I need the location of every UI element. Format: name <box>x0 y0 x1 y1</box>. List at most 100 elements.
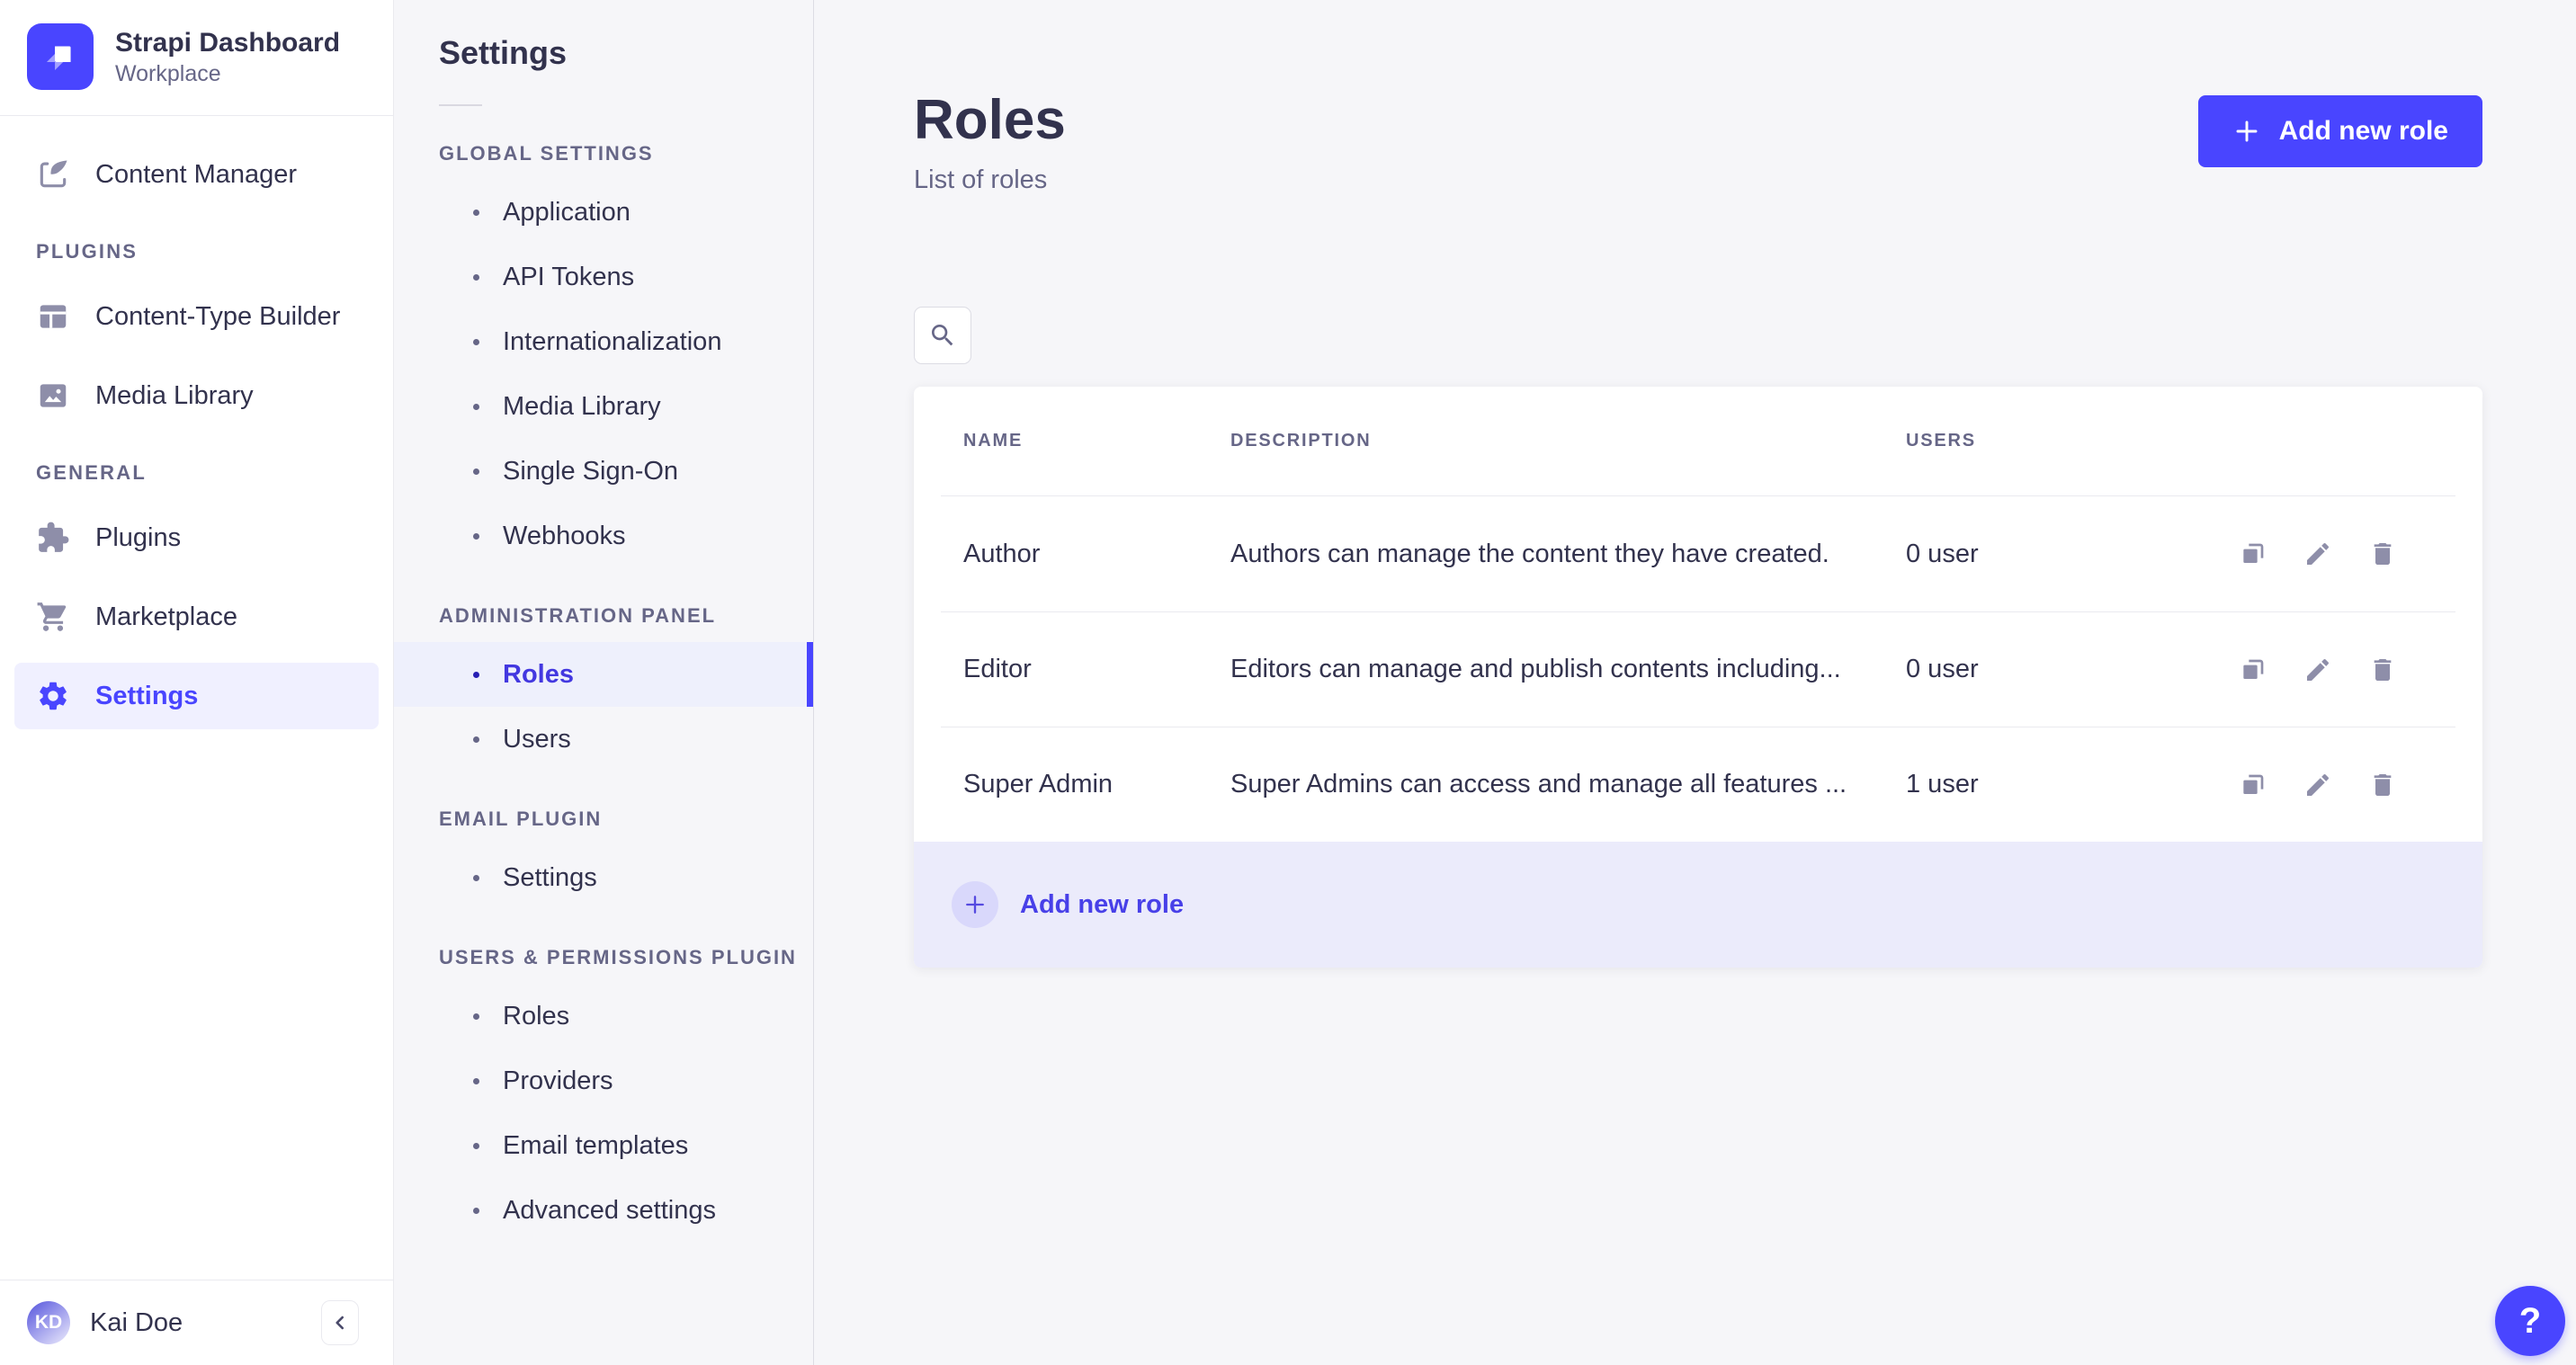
sidebar-item-plugins[interactable]: Plugins <box>14 504 379 571</box>
subnav-item-up-roles[interactable]: Roles <box>394 984 813 1048</box>
bullet-icon <box>473 209 479 216</box>
column-header-name: NAME <box>963 431 1024 451</box>
sidebar-item-label: Plugins <box>95 522 182 552</box>
sidebar-item-label: Content-Type Builder <box>95 301 341 331</box>
add-new-role-label: Add new role <box>2278 116 2448 146</box>
subnav-section-users-permissions-plugin: USERS & PERMISSIONS PLUGIN Roles Provide… <box>394 946 813 1243</box>
duplicate-icon[interactable] <box>2239 540 2267 568</box>
settings-gear-icon <box>36 679 70 713</box>
plus-circle-icon <box>952 881 998 929</box>
subnav-item-providers[interactable]: Providers <box>394 1048 813 1113</box>
row-actions <box>2226 656 2433 684</box>
role-users-count: 1 user <box>1906 770 1979 799</box>
subnav-section-email-plugin: EMAIL PLUGIN Settings <box>394 807 813 910</box>
main-content: Roles List of roles Add new role NAME DE… <box>814 0 2576 1365</box>
page-title: Roles <box>914 89 1066 151</box>
subnav-item-label: Providers <box>503 1066 613 1095</box>
main-nav: Content Manager PLUGINS Content-Type Bui… <box>0 116 393 729</box>
subnav-item-internationalization[interactable]: Internationalization <box>394 309 813 374</box>
subnav-item-users[interactable]: Users <box>394 707 813 772</box>
role-users-count: 0 user <box>1906 539 1979 568</box>
bullet-icon <box>473 403 479 410</box>
subnav-item-webhooks[interactable]: Webhooks <box>394 504 813 568</box>
sidebar-item-marketplace[interactable]: Marketplace <box>14 584 379 650</box>
app-title: Strapi Dashboard <box>115 27 341 58</box>
plugins-icon <box>36 521 70 555</box>
bullet-icon <box>473 1077 479 1084</box>
subnav-item-single-sign-on[interactable]: Single Sign-On <box>394 439 813 504</box>
bullet-icon <box>473 1013 479 1020</box>
edit-icon[interactable] <box>2303 540 2332 568</box>
table-footer-add-role[interactable]: Add new role <box>914 842 2482 968</box>
duplicate-icon[interactable] <box>2239 771 2267 799</box>
footer-add-role-label: Add new role <box>1020 889 1185 919</box>
marketplace-icon <box>36 600 70 634</box>
bullet-icon <box>473 671 479 678</box>
toolbar <box>814 195 2576 365</box>
delete-icon[interactable] <box>2368 656 2397 684</box>
active-indicator <box>807 642 813 707</box>
subnav-item-roles-active[interactable]: Roles <box>394 642 813 707</box>
sidebar-item-content-type-builder[interactable]: Content-Type Builder <box>14 283 379 350</box>
sidebar-item-settings[interactable]: Settings <box>14 663 379 729</box>
bullet-icon <box>473 1142 479 1149</box>
main-sidebar: Strapi Dashboard Workplace Content Manag… <box>0 0 394 1365</box>
subnav-item-label: Internationalization <box>503 326 722 356</box>
subnav-item-api-tokens[interactable]: API Tokens <box>394 245 813 309</box>
help-button[interactable]: ? <box>2495 1286 2565 1356</box>
role-name: Editor <box>963 655 1032 684</box>
subnav-item-application[interactable]: Application <box>394 180 813 245</box>
table-row-editor[interactable]: Editor Editors can manage and publish co… <box>941 611 2455 727</box>
media-library-icon <box>36 379 70 413</box>
page-title-block: Roles List of roles <box>914 89 1066 195</box>
chevron-left-icon <box>328 1311 352 1334</box>
bullet-icon <box>473 338 479 345</box>
table-row-author[interactable]: Author Authors can manage the content th… <box>941 496 2455 611</box>
subnav-item-media-library[interactable]: Media Library <box>394 374 813 439</box>
user-row: KD Kai Doe <box>0 1280 393 1365</box>
add-new-role-button[interactable]: Add new role <box>2197 95 2482 167</box>
sidebar-item-label: Settings <box>95 681 199 710</box>
subnav-item-email-templates[interactable]: Email templates <box>394 1113 813 1178</box>
subnav-item-label: API Tokens <box>503 262 635 291</box>
collapse-sidebar-button[interactable] <box>321 1300 359 1345</box>
subnav-section-label: USERS & PERMISSIONS PLUGIN <box>439 946 797 968</box>
row-actions <box>2226 540 2433 568</box>
table-header-row: NAME DESCRIPTION USERS <box>941 387 2455 497</box>
search-button[interactable] <box>914 307 971 365</box>
subnav-item-label: Application <box>503 197 631 227</box>
edit-icon[interactable] <box>2303 656 2332 684</box>
subnav-item-email-settings[interactable]: Settings <box>394 845 813 910</box>
subnav-section-administration-panel: ADMINISTRATION PANEL Roles Users <box>394 604 813 772</box>
nav-section-general: GENERAL <box>36 461 147 484</box>
roles-table: NAME DESCRIPTION USERS Author Authors ca… <box>914 387 2482 968</box>
subnav-item-label: Roles <box>503 659 574 689</box>
subnav-item-label: Single Sign-On <box>503 456 679 486</box>
subnav-section-label: ADMINISTRATION PANEL <box>439 604 717 627</box>
bullet-icon <box>473 468 479 475</box>
edit-icon[interactable] <box>2303 771 2332 799</box>
page-subtitle: List of roles <box>914 165 1048 195</box>
search-icon <box>928 321 957 350</box>
subnav-item-label: Roles <box>503 1001 570 1030</box>
user-name: Kai Doe <box>90 1307 183 1337</box>
content-manager-icon <box>36 157 70 192</box>
delete-icon[interactable] <box>2368 540 2397 568</box>
sidebar-item-media-library[interactable]: Media Library <box>14 362 379 429</box>
subnav-item-advanced-settings[interactable]: Advanced settings <box>394 1178 813 1243</box>
table-row-super-admin[interactable]: Super Admin Super Admins can access and … <box>941 727 2455 842</box>
sidebar-item-label: Content Manager <box>95 159 298 189</box>
workspace-name: Workplace <box>115 61 221 87</box>
bullet-icon <box>473 273 479 281</box>
subnav-section-label: GLOBAL SETTINGS <box>439 142 654 165</box>
role-description: Authors can manage the content they have… <box>1230 539 1829 568</box>
delete-icon[interactable] <box>2368 771 2397 799</box>
sidebar-item-label: Media Library <box>95 380 254 410</box>
brand[interactable]: Strapi Dashboard Workplace <box>0 0 393 115</box>
nav-section-plugins: PLUGINS <box>36 240 139 263</box>
avatar[interactable]: KD <box>27 1301 70 1344</box>
duplicate-icon[interactable] <box>2239 656 2267 684</box>
column-header-description: DESCRIPTION <box>1230 431 1372 451</box>
row-actions <box>2226 771 2433 799</box>
sidebar-item-content-manager[interactable]: Content Manager <box>14 141 379 208</box>
